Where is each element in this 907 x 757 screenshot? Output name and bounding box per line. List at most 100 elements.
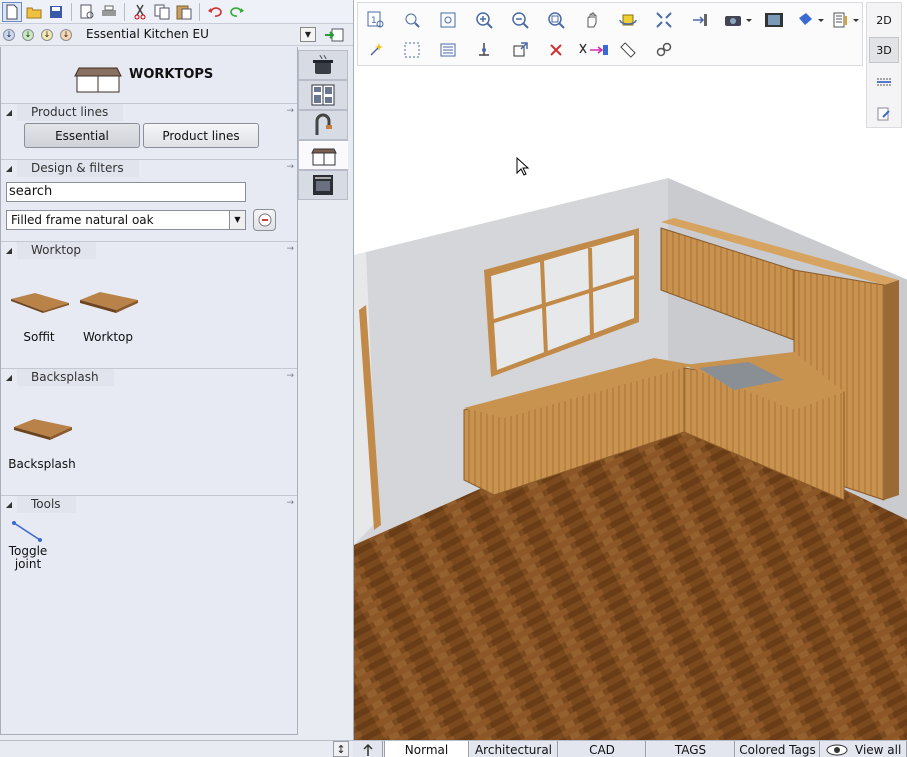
tab-faucets[interactable] [298,110,348,140]
delete-button[interactable] [544,38,568,62]
tab-colored-tags[interactable]: Colored Tags [736,741,820,757]
nav-down-orange-icon[interactable]: ↓ [60,28,72,41]
catalog-name[interactable]: Essential Kitchen EU [86,27,209,41]
open-button[interactable] [24,2,44,22]
section-line-icon [877,78,891,86]
nav-down-blue-icon[interactable]: ↓ [3,28,15,41]
catalog-export-button[interactable] [323,26,345,44]
save-button[interactable] [46,2,66,22]
collapse-triangle-icon: ◢ [5,499,13,509]
section-worktop[interactable]: ◢ Worktop → [1,241,297,259]
tab-cad[interactable]: CAD [559,741,646,757]
cooking-pot-icon [313,54,333,74]
section-design-filters[interactable]: ◢ Design & filters → [1,159,297,177]
product-lines-button[interactable]: Product lines [143,123,259,148]
status-bar [0,740,353,757]
tool-item-toggle-joint[interactable]: Toggle joint [0,519,63,571]
collapse-triangle-icon: ◢ [5,107,13,117]
paste-button[interactable] [174,2,194,22]
filter-selected-value: Filled frame natural oak [11,213,154,227]
section-product-lines[interactable]: ◢ Product lines → [1,103,297,121]
film-icon [765,13,783,27]
filter-reset-button[interactable] [253,209,276,231]
tab-normal[interactable]: Normal [384,741,469,757]
undo-button[interactable] [205,2,225,22]
expand-icon [656,12,672,28]
print-preview-button[interactable] [77,2,97,22]
catalog-dropdown-button[interactable]: ▼ [300,27,316,42]
link-button[interactable] [652,38,676,62]
orbit-button[interactable] [616,8,640,32]
zoom-in-button[interactable] [472,8,496,32]
properties-list-icon [440,43,456,57]
paste-icon [176,5,192,19]
view-3d-button[interactable]: 3D [869,37,899,63]
section-tools[interactable]: ◢ Tools → [1,495,297,513]
cut-to-button[interactable] [576,38,610,62]
redo-button[interactable] [227,2,247,22]
tab-view-all[interactable]: View all [821,741,907,757]
backsplash-thumbnail [14,419,72,440]
tab-worktops[interactable] [298,140,348,170]
search-input[interactable]: search [6,182,246,202]
zoom-fit-button[interactable] [436,8,460,32]
kitchen-3d-scene[interactable] [354,0,907,740]
oven-icon [313,175,333,195]
print-button[interactable] [99,2,119,22]
camera-dropdown[interactable] [721,8,755,32]
tab-architectural[interactable]: Architectural [470,741,558,757]
resize-vertical-icon[interactable]: ↕ [333,741,349,757]
fit-all-button[interactable] [652,8,676,32]
export-icon [325,28,344,42]
tab-tags[interactable]: TAGS [647,741,735,757]
select-new-button[interactable] [364,38,388,62]
zoom-actual-button[interactable]: 1 [364,8,388,32]
new-file-button[interactable] [2,1,22,22]
tab-ovens[interactable] [298,170,348,200]
elevation-button[interactable] [472,38,496,62]
measure-arrow-icon [693,14,707,26]
section-backsplash[interactable]: ◢ Backsplash → [1,368,297,386]
delete-x-icon [550,44,562,56]
cut-button[interactable] [130,2,150,22]
catalog-item-worktop[interactable]: Worktop [73,282,143,344]
resize-button[interactable] [508,38,532,62]
rectangle-select-button[interactable] [400,38,424,62]
copy-button[interactable] [152,2,172,22]
properties-button[interactable] [436,38,460,62]
chevron-down-icon[interactable]: ▼ [229,211,245,229]
zoom-actual-icon: 1 [367,11,384,28]
3d-viewport[interactable]: 1 2D 3D [353,0,907,740]
render-button[interactable] [762,8,786,32]
floppy-icon [50,5,62,18]
expand-arrow-icon: → [286,498,294,508]
ruler-button[interactable] [616,38,640,62]
zoom-selection-button[interactable] [400,8,424,32]
zoom-out-button[interactable] [508,8,532,32]
pan-button[interactable] [580,8,604,32]
svg-text:1: 1 [371,16,377,26]
view-2d-button[interactable]: 2D [869,7,899,33]
design-filter-select[interactable]: Filled frame natural oak ▼ [6,210,246,230]
section-view-button[interactable] [869,69,899,95]
view-mode-panel: 2D 3D [866,2,902,128]
tab-appliances[interactable] [298,50,348,80]
catalog-item-soffit[interactable]: Soffit [4,282,74,344]
nav-down-green-icon[interactable]: ↓ [22,28,34,41]
category-tabs [298,47,348,200]
expand-arrow-icon: → [286,371,294,381]
layers-dropdown[interactable] [830,8,864,32]
dashed-select-icon [404,42,420,58]
catalog-item-backsplash[interactable]: Backsplash [7,409,77,471]
sparkle-cursor-icon [370,43,383,56]
measure-button[interactable] [688,8,712,32]
nav-down-yellow-icon[interactable]: ↓ [41,28,53,41]
printer-icon [102,5,116,16]
edit-view-button[interactable] [869,101,899,127]
essential-button[interactable]: Essential [24,123,140,148]
zoom-window-button[interactable] [544,8,568,32]
tab-cabinets[interactable] [298,80,348,110]
zoom-out-icon [512,12,529,29]
scroll-up-button[interactable] [353,741,383,757]
material-dropdown[interactable] [794,8,828,32]
